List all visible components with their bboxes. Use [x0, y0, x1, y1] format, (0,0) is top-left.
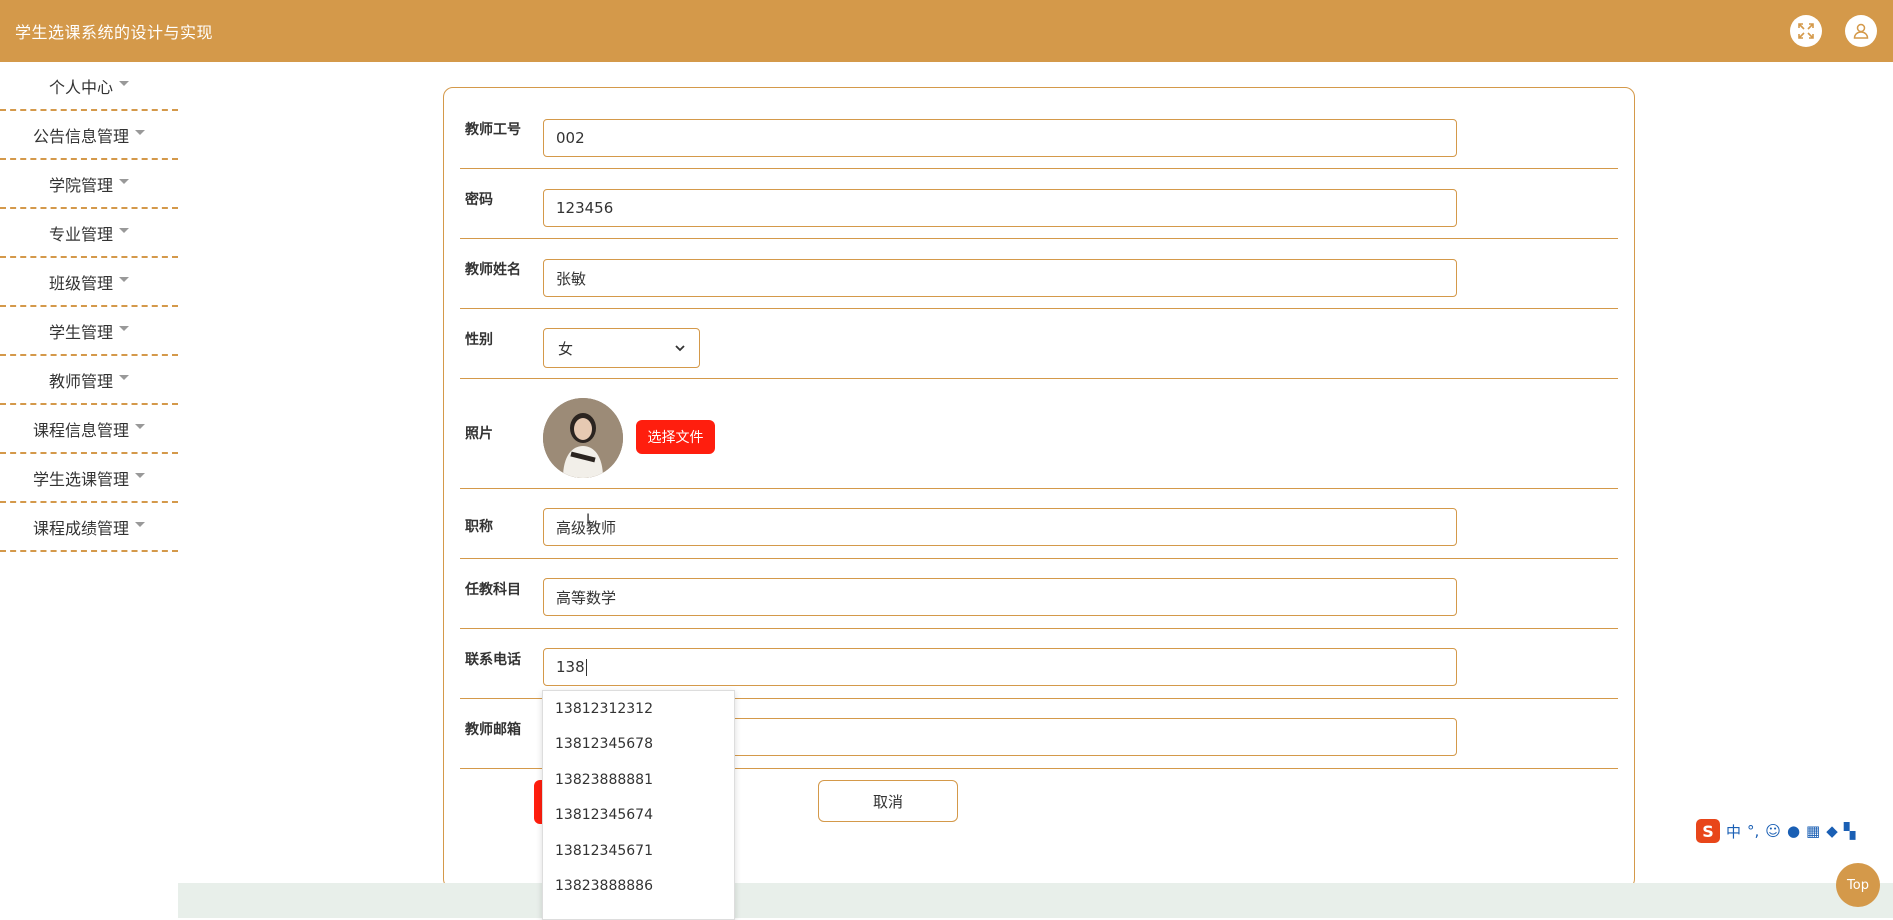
caret-down-icon [119, 326, 129, 331]
title-input[interactable]: 高级教师 [543, 508, 1457, 546]
gender-label: 性别 [465, 332, 493, 348]
caret-down-icon [119, 81, 129, 86]
caret-down-icon [135, 522, 145, 527]
teacher-id-input[interactable]: 002 [543, 119, 1457, 157]
keyboard-icon[interactable]: ▦ [1806, 822, 1820, 840]
autocomplete-option[interactable]: 13812345671 [543, 833, 734, 869]
phone-label: 联系电话 [465, 652, 521, 668]
sidebar: 个人中心 公告信息管理 学院管理 专业管理 班级管理 学生管理 教师管理 课程信… [0, 62, 178, 552]
choose-file-button[interactable]: 选择文件 [636, 420, 715, 454]
form-row-photo: 照片 选择文件 [460, 378, 1618, 489]
sidebar-item-label: 教师管理 [48, 371, 113, 391]
autocomplete-option[interactable]: 13823888881 [543, 762, 734, 798]
form-row-password: 密码 123456 [460, 168, 1618, 239]
form-row-phone: 联系电话 138 [460, 628, 1618, 699]
app-title: 学生选课系统的设计与实现 [15, 23, 214, 42]
password-input[interactable]: 123456 [543, 189, 1457, 227]
phone-autocomplete-list: 13812312312 13812345678 13823888881 1381… [542, 690, 735, 920]
sidebar-item-label: 学生管理 [48, 322, 113, 342]
ime-lang-toggle[interactable]: 中 [1726, 821, 1741, 842]
form-row-subject: 任教科目 高等数学 [460, 558, 1618, 629]
autocomplete-option[interactable]: 13812345678 [543, 727, 734, 763]
phone-input[interactable]: 138 [543, 648, 1457, 686]
footer-strip [178, 883, 1893, 918]
sidebar-item-college[interactable]: 学院管理 [0, 160, 178, 209]
cancel-button[interactable]: 取消 [818, 780, 958, 822]
sidebar-item-major[interactable]: 专业管理 [0, 209, 178, 258]
caret-down-icon [135, 473, 145, 478]
sidebar-item-label: 个人中心 [48, 77, 113, 97]
text-caret [585, 658, 587, 676]
sidebar-item-label: 课程成绩管理 [32, 518, 129, 538]
sidebar-item-personal-center[interactable]: 个人中心 [0, 62, 178, 111]
text-cursor-icon: I [586, 512, 591, 528]
teacher-name-label: 教师姓名 [465, 262, 521, 278]
sidebar-item-class[interactable]: 班级管理 [0, 258, 178, 307]
teacher-id-label: 教师工号 [465, 122, 521, 138]
caret-down-icon [119, 179, 129, 184]
chevron-down-icon [675, 345, 685, 352]
sidebar-item-notice[interactable]: 公告信息管理 [0, 111, 178, 160]
sidebar-item-label: 专业管理 [48, 224, 113, 244]
sidebar-item-grades[interactable]: 课程成绩管理 [0, 503, 178, 552]
sidebar-item-student[interactable]: 学生管理 [0, 307, 178, 356]
sidebar-item-course-selection[interactable]: 学生选课管理 [0, 454, 178, 503]
sidebar-item-label: 学生选课管理 [32, 469, 129, 489]
teacher-photo [543, 398, 623, 478]
fullscreen-button[interactable] [1790, 15, 1822, 47]
subject-label: 任教科目 [465, 582, 521, 598]
skin-icon[interactable]: ◆ [1826, 822, 1838, 840]
form-row-title: 职称 高级教师 [460, 488, 1618, 559]
back-to-top-button[interactable]: Top [1836, 863, 1880, 907]
phone-value: 138 [556, 658, 585, 676]
email-label: 教师邮箱 [465, 722, 521, 738]
sidebar-item-label: 公告信息管理 [32, 126, 129, 146]
title-label: 职称 [465, 519, 493, 535]
grid-menu-icon[interactable]: ▚ [1844, 822, 1856, 840]
caret-down-icon [119, 277, 129, 282]
sidebar-item-label: 课程信息管理 [32, 420, 129, 440]
subject-input[interactable]: 高等数学 [543, 578, 1457, 616]
form-row-teacher-name: 教师姓名 张敏 [460, 238, 1618, 309]
sogou-logo-icon[interactable]: S [1696, 819, 1720, 843]
autocomplete-option[interactable]: 13812312312 [543, 691, 734, 727]
user-icon [1853, 23, 1869, 39]
form-row-gender: 性别 女 [460, 308, 1618, 379]
teacher-name-input[interactable]: 张敏 [543, 259, 1457, 297]
form-row-teacher-id: 教师工号 002 [460, 88, 1618, 169]
password-label: 密码 [465, 192, 493, 208]
punctuation-icon[interactable]: °, [1747, 822, 1759, 840]
microphone-icon[interactable]: ● [1787, 822, 1800, 840]
autocomplete-option[interactable]: 13812345674 [543, 798, 734, 834]
caret-down-icon [119, 228, 129, 233]
top-bar: 学生选课系统的设计与实现 [0, 0, 1893, 62]
fullscreen-icon [1798, 23, 1814, 39]
ime-toolbar: S 中 °, ☺ ● ▦ ◆ ▚ [1694, 816, 1893, 846]
portrait-image [543, 398, 623, 478]
caret-down-icon [135, 130, 145, 135]
photo-label: 照片 [465, 426, 493, 442]
user-button[interactable] [1845, 15, 1877, 47]
sidebar-item-course[interactable]: 课程信息管理 [0, 405, 178, 454]
caret-down-icon [119, 375, 129, 380]
caret-down-icon [135, 424, 145, 429]
emoji-icon[interactable]: ☺ [1765, 822, 1781, 840]
gender-select[interactable]: 女 [543, 328, 700, 368]
gender-value: 女 [558, 339, 574, 358]
sidebar-item-teacher[interactable]: 教师管理 [0, 356, 178, 405]
autocomplete-option[interactable]: 13823888886 [543, 869, 734, 905]
sidebar-item-label: 班级管理 [48, 273, 113, 293]
sidebar-item-label: 学院管理 [48, 175, 113, 195]
